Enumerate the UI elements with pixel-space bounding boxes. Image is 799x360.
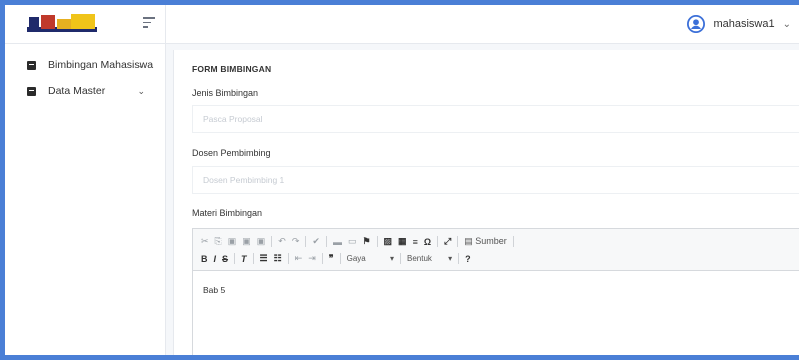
- source-icon: ▤: [464, 236, 473, 246]
- italic-button[interactable]: I: [214, 254, 217, 264]
- toolbar-row-2: B I S T ☰ ☷ ⇤ ⇥ ❞ Gaya ▾ Bentuk ▾ ?: [201, 250, 799, 267]
- menu-toggle-icon[interactable]: [143, 17, 159, 31]
- toolbar-divider: [400, 253, 401, 264]
- user-name: mahasiswa1: [713, 18, 775, 30]
- toolbar-divider: [271, 236, 273, 247]
- paste-text-icon[interactable]: ▣: [242, 236, 251, 247]
- link-icon[interactable]: ▬: [333, 237, 342, 247]
- toolbar-divider: [305, 236, 307, 247]
- toolbar-divider: [234, 253, 236, 264]
- app-window: mahasiswa1 ⌄ Bimbingan Mahasiswa ⌄ Data …: [5, 5, 799, 355]
- rich-text-editor[interactable]: ✂ ⎘ ▣ ▣ ▣ ↶ ↷ ✔ ▬ ▭ ⚑ ▨ ▦ ≡ Ω ⤢ ▤ Sumber…: [192, 228, 799, 355]
- remove-format-icon[interactable]: T: [241, 254, 247, 264]
- sidebar: Bimbingan Mahasiswa ⌄ Data Master ⌄: [5, 44, 166, 355]
- jenis-bimbingan-label: Jenis Bimbingan: [192, 88, 259, 98]
- table-icon[interactable]: ▦: [398, 236, 407, 247]
- materi-bimbingan-label: Materi Bimbingan: [192, 208, 263, 218]
- toolbar-divider: [376, 236, 378, 247]
- dosen-pembimbing-input[interactable]: Dosen Pembimbing 1: [192, 166, 799, 194]
- image-icon[interactable]: ▨: [384, 236, 393, 247]
- paste-word-icon[interactable]: ▣: [257, 236, 266, 247]
- numbered-list-icon[interactable]: ☰: [260, 253, 268, 264]
- special-char-icon[interactable]: Ω: [424, 237, 431, 247]
- user-menu[interactable]: mahasiswa1 ⌄: [687, 13, 791, 35]
- document-icon: [27, 60, 36, 70]
- toolbar-divider: [458, 253, 460, 264]
- strike-button[interactable]: S: [222, 254, 228, 264]
- blockquote-icon[interactable]: ❞: [329, 253, 334, 264]
- user-avatar-icon: [687, 15, 706, 33]
- toolbar-divider: [457, 236, 459, 247]
- cut-icon[interactable]: ✂: [201, 236, 209, 247]
- chevron-down-icon: ▾: [448, 254, 453, 263]
- bold-button[interactable]: B: [201, 254, 208, 264]
- style-label: Gaya: [346, 254, 366, 263]
- toolbar-row-1: ✂ ⎘ ▣ ▣ ▣ ↶ ↷ ✔ ▬ ▭ ⚑ ▨ ▦ ≡ Ω ⤢ ▤ Sumber: [201, 233, 799, 250]
- format-label: Bentuk: [407, 254, 432, 263]
- redo-icon[interactable]: ↷: [292, 236, 300, 247]
- editor-content[interactable]: Bab 5: [193, 271, 799, 309]
- chevron-down-icon: ⌄: [137, 59, 145, 70]
- toolbar-divider: [512, 236, 514, 247]
- source-label: Sumber: [475, 236, 507, 246]
- sidebar-item-data-master[interactable]: Data Master ⌄: [5, 78, 165, 104]
- spellcheck-icon[interactable]: ✔: [312, 236, 320, 247]
- bullet-list-icon[interactable]: ☷: [274, 253, 282, 264]
- toolbar-divider: [437, 236, 439, 247]
- chevron-down-icon: ▾: [389, 254, 394, 263]
- jenis-bimbingan-input[interactable]: Pasca Proposal: [192, 105, 799, 133]
- copy-icon[interactable]: ⎘: [215, 236, 222, 247]
- form-title: FORM BIMBINGAN: [192, 64, 272, 74]
- toolbar-divider: [339, 253, 341, 264]
- document-icon: [27, 86, 36, 96]
- format-dropdown[interactable]: Bentuk ▾: [407, 254, 452, 263]
- chevron-down-icon: ⌄: [782, 18, 791, 30]
- dosen-pembimbing-label: Dosen Pembimbing: [192, 148, 271, 158]
- unlink-icon[interactable]: ▭: [348, 236, 357, 247]
- chevron-down-icon: ⌄: [137, 85, 145, 96]
- top-bar: mahasiswa1 ⌄: [5, 5, 799, 44]
- toolbar-divider: [325, 236, 327, 247]
- undo-icon[interactable]: ↶: [278, 236, 286, 247]
- toolbar-divider: [287, 253, 289, 264]
- indent-icon[interactable]: ⇥: [308, 253, 316, 264]
- source-button[interactable]: ▤ Sumber: [464, 236, 507, 247]
- anchor-flag-icon[interactable]: ⚑: [362, 236, 370, 247]
- app-logo: [27, 14, 97, 32]
- toolbar-divider: [321, 253, 323, 264]
- help-button[interactable]: ?: [465, 254, 471, 264]
- form-card: FORM BIMBINGAN Jenis Bimbingan Pasca Pro…: [173, 50, 799, 355]
- sidebar-item-label: Data Master: [48, 85, 106, 97]
- maximize-icon[interactable]: ⤢: [444, 236, 451, 247]
- toolbar-divider: [252, 253, 254, 264]
- sidebar-item-bimbingan[interactable]: Bimbingan Mahasiswa ⌄: [5, 52, 165, 78]
- brand-area: [5, 5, 166, 43]
- outdent-icon[interactable]: ⇤: [295, 253, 303, 264]
- style-dropdown[interactable]: Gaya ▾: [347, 254, 394, 263]
- editor-toolbar: ✂ ⎘ ▣ ▣ ▣ ↶ ↷ ✔ ▬ ▭ ⚑ ▨ ▦ ≡ Ω ⤢ ▤ Sumber…: [193, 229, 799, 271]
- paste-icon[interactable]: ▣: [228, 236, 237, 247]
- horizontal-line-icon[interactable]: ≡: [413, 237, 418, 247]
